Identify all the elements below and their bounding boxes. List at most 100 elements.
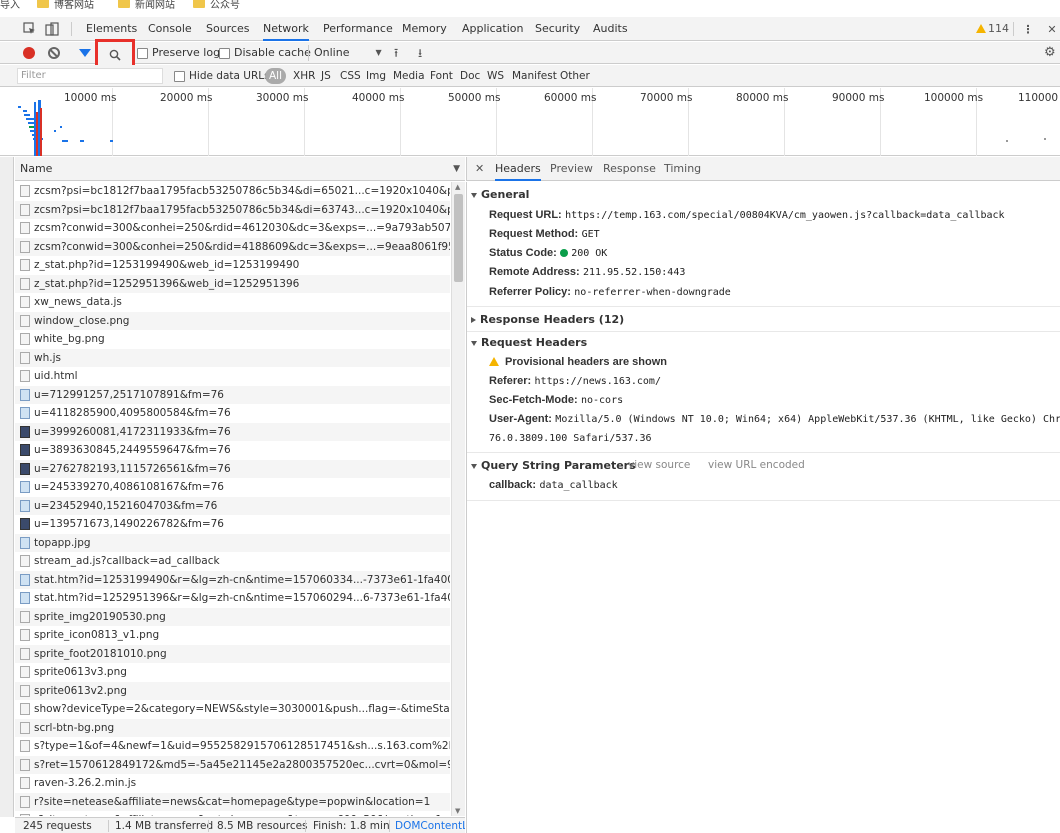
name-column-header[interactable]: Name ▼: [15, 157, 465, 181]
request-row[interactable]: u=3999260081,4172311933&fm=76: [15, 422, 450, 441]
request-row[interactable]: s?ret=1570612849172&md5=-5a45e21145e2a28…: [15, 755, 450, 774]
filter-type-js[interactable]: JS: [321, 65, 331, 87]
tab-preview[interactable]: Preview: [550, 157, 593, 181]
request-row[interactable]: scrl-btn-bg.png: [15, 718, 450, 737]
request-row[interactable]: sprite0613v2.png: [15, 681, 450, 700]
request-row[interactable]: s?type=1&of=4&newf=1&uid=955258291570612…: [15, 737, 450, 756]
tab-network[interactable]: Network: [263, 17, 309, 41]
filter-type-xhr[interactable]: XHR: [293, 65, 315, 87]
request-row[interactable]: r?site=netease&affiliate=news&cat=homepa…: [15, 792, 450, 811]
request-row[interactable]: xw_news_data.js: [15, 293, 450, 312]
request-row[interactable]: white_bg.png: [15, 330, 450, 349]
request-row[interactable]: wh.js: [15, 348, 450, 367]
provisional-text: Provisional headers are shown: [505, 356, 668, 368]
request-list-scrollbar[interactable]: ▲ ▼: [451, 182, 465, 816]
view-source-link[interactable]: view source: [628, 459, 690, 471]
device-toolbar-icon[interactable]: [44, 21, 60, 37]
overview-timeline[interactable]: 10000 ms 20000 ms 30000 ms 40000 ms 5000…: [0, 88, 1060, 156]
tab-headers[interactable]: Headers: [495, 157, 541, 181]
request-name: z_stat.php?id=1253199490&web_id=12531994…: [34, 259, 300, 271]
filter-type-font[interactable]: Font: [430, 65, 453, 87]
tab-elements[interactable]: Elements: [86, 17, 137, 41]
warning-counter[interactable]: 114: [976, 22, 1009, 35]
tab-memory[interactable]: Memory: [402, 17, 447, 41]
filter-type-media[interactable]: Media: [393, 65, 425, 87]
file-type-icon: [20, 296, 30, 309]
filter-type-ws[interactable]: WS: [487, 65, 504, 87]
request-row[interactable]: show?deviceType=2&category=NEWS&style=30…: [15, 700, 450, 719]
record-button[interactable]: [23, 42, 35, 64]
request-row[interactable]: stat.htm?id=1252951396&r=&lg=zh-cn&ntime…: [15, 589, 450, 608]
request-row[interactable]: topapp.jpg: [15, 533, 450, 552]
hide-data-urls-checkbox[interactable]: Hide data URLs: [174, 65, 270, 87]
general-section-toggle[interactable]: General: [471, 188, 529, 201]
filter-type-manifest[interactable]: Manifest: [512, 65, 557, 87]
request-row[interactable]: uid.html: [15, 367, 450, 386]
filter-type-css[interactable]: CSS: [340, 65, 361, 87]
filter-toggle-button[interactable]: [79, 42, 91, 64]
response-headers-toggle[interactable]: Response Headers (12): [471, 313, 624, 326]
request-row[interactable]: u=712991257,2517107891&fm=76: [15, 385, 450, 404]
request-headers-toggle[interactable]: Request Headers: [471, 336, 587, 349]
request-row[interactable]: u=2762782193,1115726561&fm=76: [15, 459, 450, 478]
filter-type-doc[interactable]: Doc: [460, 65, 480, 87]
request-row[interactable]: stream_ad.js?callback=ad_callback: [15, 552, 450, 571]
time-tick: 30000 ms: [256, 92, 309, 104]
scrollbar-thumb[interactable]: [454, 194, 463, 282]
user-agent-value-line1: Mozilla/5.0 (Windows NT 10.0; Win64; x64…: [555, 414, 1060, 425]
bookmark-label: 导入: [0, 0, 20, 11]
filter-type-img[interactable]: Img: [366, 65, 386, 87]
tab-response[interactable]: Response: [603, 157, 656, 181]
request-row[interactable]: zcsm?conwid=300&conhei=250&rdid=4612030&…: [15, 219, 450, 238]
scroll-up-icon[interactable]: ▲: [455, 183, 460, 191]
bookmark-item[interactable]: 博客网站: [37, 0, 94, 11]
request-row[interactable]: sprite_icon0813_v1.png: [15, 626, 450, 645]
close-detail-icon[interactable]: ✕: [475, 157, 484, 181]
tab-security[interactable]: Security: [535, 17, 580, 41]
filter-type-other[interactable]: Other: [560, 65, 590, 87]
tab-console[interactable]: Console: [148, 17, 192, 41]
tab-performance[interactable]: Performance: [323, 17, 393, 41]
request-row[interactable]: sprite_foot20181010.png: [15, 644, 450, 663]
import-har-button[interactable]: ⭱: [394, 42, 398, 64]
close-icon[interactable]: ✕: [1044, 21, 1060, 37]
request-row[interactable]: zcsm?psi=bc1812f7baa1795facb53250786c5b3…: [15, 182, 450, 201]
view-url-encoded-link[interactable]: view URL encoded: [708, 459, 805, 471]
filter-type-all[interactable]: All: [265, 68, 287, 84]
inspect-element-icon[interactable]: [22, 21, 38, 37]
request-row[interactable]: raven-3.26.2.min.js: [15, 774, 450, 793]
bookmark-item[interactable]: 新闻网站: [118, 0, 175, 11]
request-row[interactable]: z_stat.php?id=1252951396&web_id=12529513…: [15, 274, 450, 293]
request-row[interactable]: r?site=netease&affiliate=news&cat=homepa…: [15, 811, 450, 816]
request-row[interactable]: zcsm?psi=bc1812f7baa1795facb53250786c5b3…: [15, 200, 450, 219]
query-params-toggle[interactable]: Query String Parameters: [471, 459, 636, 472]
bookmark-label: 博客网站: [54, 0, 94, 11]
export-har-button[interactable]: ⭳: [418, 42, 422, 64]
request-row[interactable]: u=139571673,1490226782&fm=76: [15, 515, 450, 534]
request-row[interactable]: u=23452940,1521604703&fm=76: [15, 496, 450, 515]
tab-sources[interactable]: Sources: [206, 17, 250, 41]
request-row[interactable]: window_close.png: [15, 311, 450, 330]
network-settings-button[interactable]: ⚙: [1044, 42, 1056, 64]
disable-cache-checkbox[interactable]: Disable cache: [219, 42, 311, 64]
clear-button[interactable]: [48, 42, 60, 64]
tab-timing[interactable]: Timing: [664, 157, 701, 181]
bookmark-item[interactable]: 公众号: [193, 0, 240, 11]
filter-input[interactable]: Filter: [17, 68, 163, 84]
tab-application[interactable]: Application: [462, 17, 523, 41]
request-row[interactable]: zcsm?conwid=300&conhei=250&rdid=4188609&…: [15, 237, 450, 256]
request-row[interactable]: u=3893630845,2449559647&fm=76: [15, 441, 450, 460]
request-row[interactable]: z_stat.php?id=1253199490&web_id=12531994…: [15, 256, 450, 275]
request-row[interactable]: sprite0613v3.png: [15, 663, 450, 682]
tab-audits[interactable]: Audits: [593, 17, 628, 41]
bookmark-item[interactable]: 导入: [0, 0, 20, 11]
throttle-select[interactable]: Online ▼: [314, 42, 382, 64]
request-row[interactable]: sprite_img20190530.png: [15, 607, 450, 626]
kebab-menu-icon[interactable]: ⋮: [1020, 21, 1036, 37]
scroll-down-icon[interactable]: ▼: [455, 807, 460, 815]
request-row[interactable]: u=4118285900,4095800584&fm=76: [15, 404, 450, 423]
sec-fetch-mode-value: no-cors: [580, 395, 624, 406]
preserve-log-checkbox[interactable]: Preserve log: [137, 42, 220, 64]
request-row[interactable]: stat.htm?id=1253199490&r=&lg=zh-cn&ntime…: [15, 570, 450, 589]
request-row[interactable]: u=245339270,4086108167&fm=76: [15, 478, 450, 497]
